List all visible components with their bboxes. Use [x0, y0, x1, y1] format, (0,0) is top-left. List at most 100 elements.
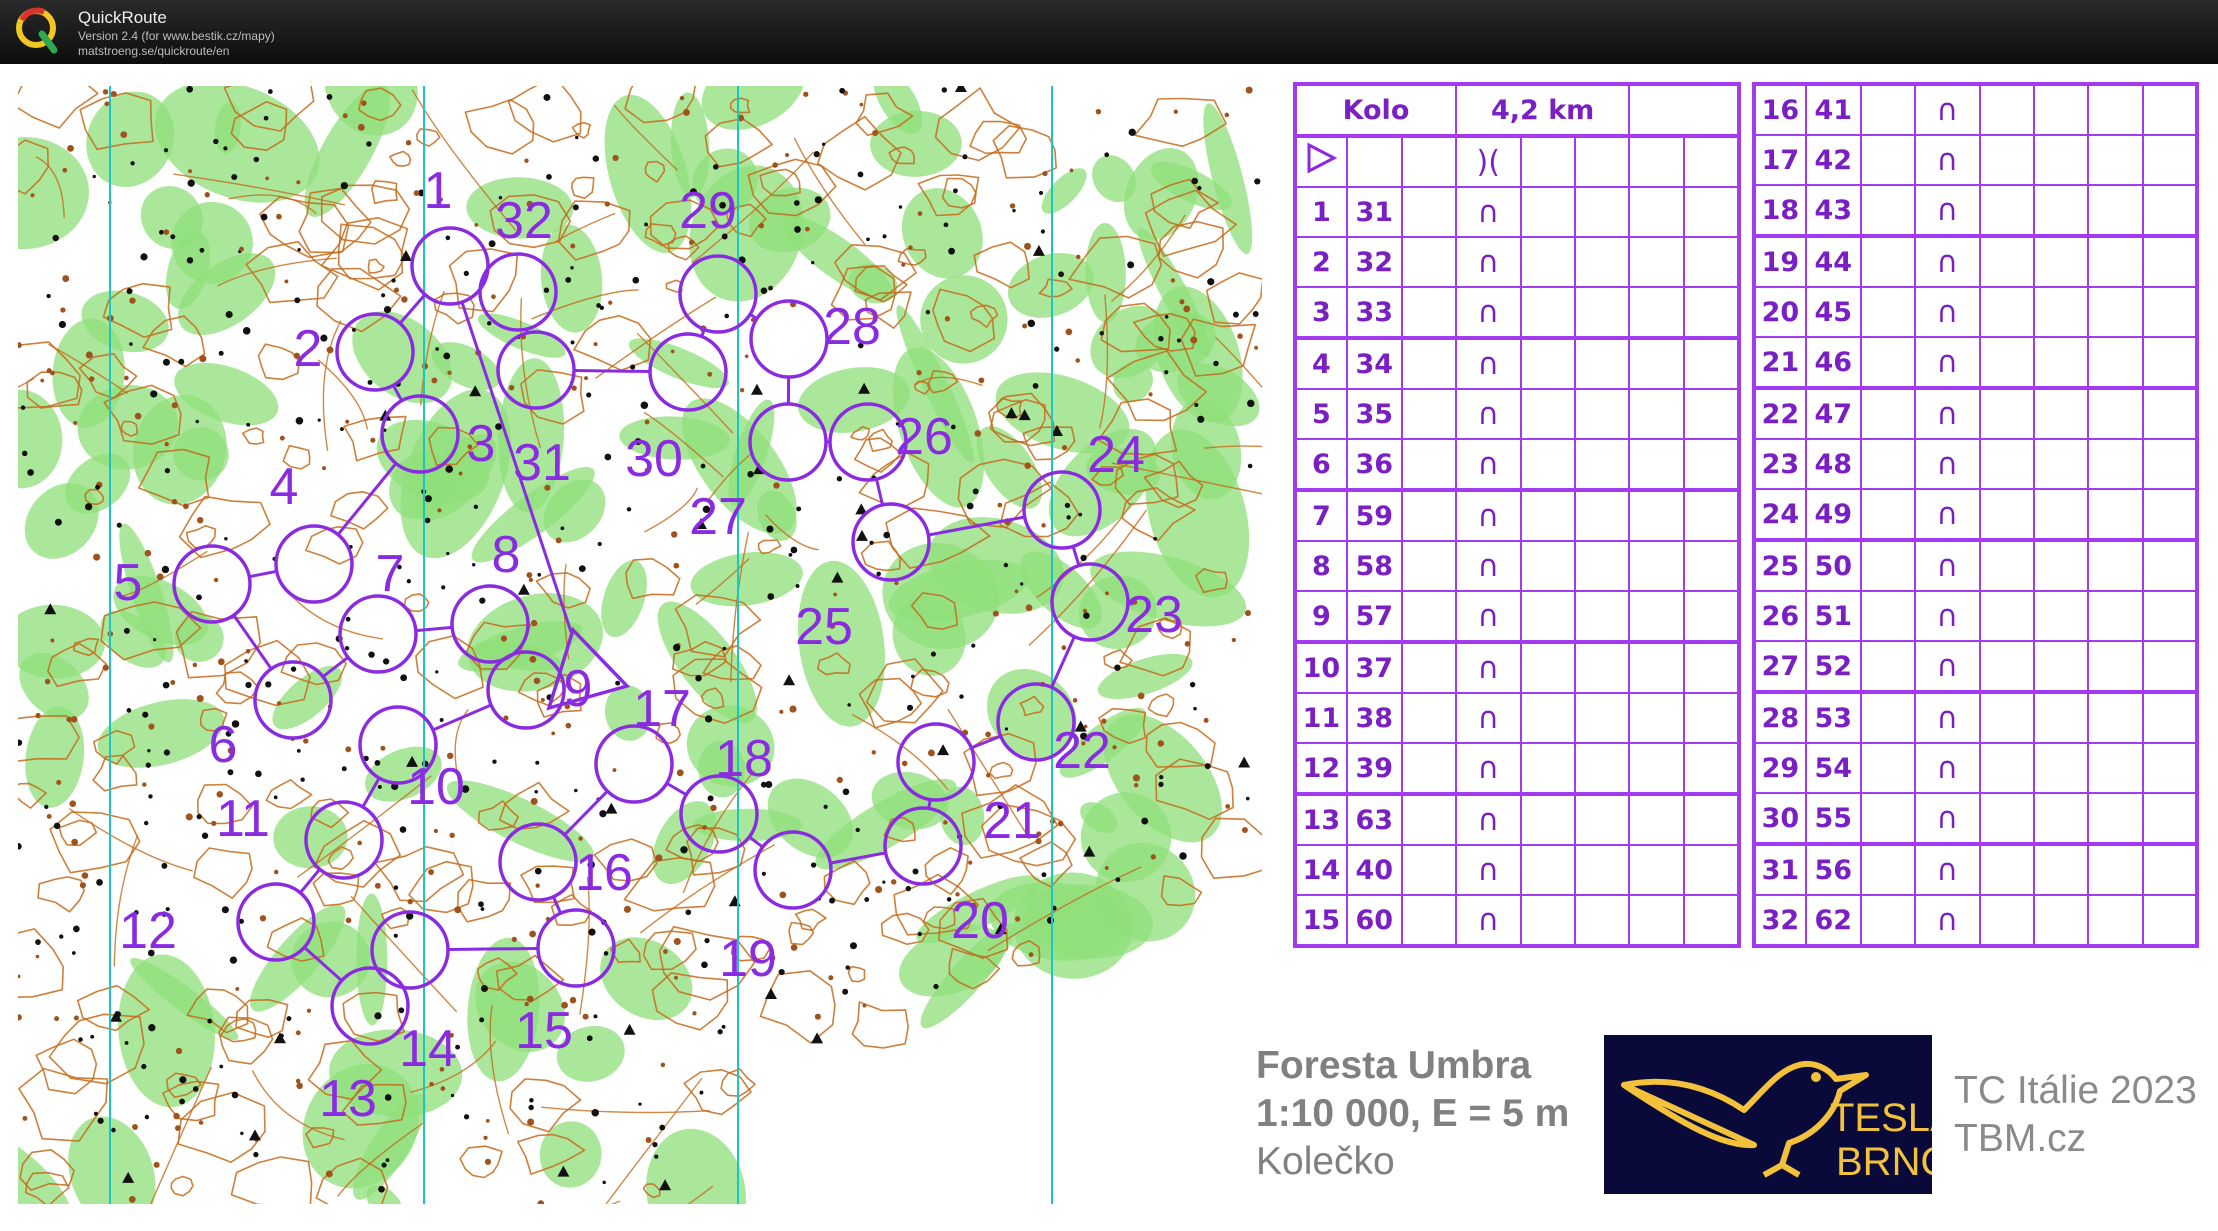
control-row: 12 39 ∩	[1294, 742, 1741, 796]
map-scale: 1:10 000, E = 5 m	[1256, 1092, 1570, 1135]
feature-symbol-icon: ∩	[1914, 742, 1981, 794]
control-number: 21	[983, 792, 1041, 850]
control-number: 30	[625, 430, 683, 488]
control-row: 30 55 ∩	[1753, 792, 2199, 846]
feature-symbol-icon: ∩	[1454, 438, 1522, 492]
feature-symbol-icon: ∩	[1914, 843, 1981, 896]
feature-symbol-icon: ∩	[1914, 488, 1981, 542]
control-order: 1	[1294, 186, 1348, 238]
control-code: 60	[1345, 894, 1403, 948]
control-number: 13	[319, 1070, 377, 1128]
control-row: 21 46 ∩	[1753, 336, 2199, 390]
control-code: 41	[1804, 83, 1862, 136]
control-code: 34	[1345, 337, 1403, 390]
control-code: 58	[1345, 540, 1403, 592]
control-code: 33	[1345, 286, 1403, 340]
control-order: 2	[1294, 236, 1348, 288]
control-number: 28	[823, 298, 881, 356]
control-row: 28 53 ∩	[1753, 691, 2199, 744]
feature-symbol-icon: ∩	[1914, 691, 1981, 744]
feature-symbol-icon: ∩	[1454, 489, 1522, 542]
control-number: 1	[424, 162, 453, 220]
start-triangle-icon	[1294, 135, 1348, 188]
control-row: 1 31 ∩	[1294, 186, 1741, 238]
feature-symbol-icon: ∩	[1454, 793, 1522, 846]
map-name: Foresta Umbra	[1256, 1044, 1532, 1087]
control-number: 12	[119, 902, 177, 960]
control-code: 38	[1345, 692, 1403, 744]
control-order: 5	[1294, 388, 1348, 440]
control-number: 29	[679, 182, 737, 240]
feature-symbol-icon: ∩	[1454, 540, 1522, 592]
control-code: 31	[1345, 186, 1403, 238]
control-row: 24 49 ∩	[1753, 488, 2199, 542]
control-order: 31	[1753, 843, 1807, 896]
control-code: 56	[1804, 843, 1862, 896]
control-code: 54	[1804, 742, 1862, 794]
control-order: 12	[1294, 742, 1348, 796]
feature-symbol-icon: ∩	[1914, 336, 1981, 390]
feature-symbol-icon: ∩	[1454, 388, 1522, 440]
control-number: 4	[270, 458, 299, 516]
control-row: 20 45 ∩	[1753, 286, 2199, 338]
control-row: 32 62 ∩	[1753, 894, 2199, 947]
control-order: 30	[1753, 792, 1807, 846]
control-code: 32	[1345, 236, 1403, 288]
control-row: 5 35 ∩	[1294, 388, 1741, 440]
control-number: 10	[407, 758, 465, 816]
feature-symbol-icon: ∩	[1454, 337, 1522, 390]
control-order: 25	[1753, 539, 1807, 592]
control-row: 15 60 ∩	[1294, 894, 1741, 948]
control-number: 24	[1087, 426, 1145, 484]
control-code: 36	[1345, 438, 1403, 492]
feature-symbol-icon: ∩	[1454, 742, 1522, 796]
control-order: 22	[1753, 387, 1807, 440]
control-code: 37	[1345, 641, 1403, 694]
feature-symbol-icon: ∩	[1454, 186, 1522, 238]
control-number: 27	[689, 488, 747, 546]
control-number: 25	[795, 598, 853, 656]
feature-symbol-icon: ∩	[1914, 286, 1981, 338]
control-number: 5	[114, 554, 143, 612]
control-number: 32	[495, 192, 553, 250]
control-order: 28	[1753, 691, 1807, 744]
control-code: 48	[1804, 438, 1862, 490]
app-url: matstroeng.se/quickroute/en	[78, 44, 230, 58]
control-row: 22 47 ∩	[1753, 387, 2199, 440]
control-row: 31 56 ∩	[1753, 843, 2199, 896]
control-order: 9	[1294, 590, 1348, 644]
feature-symbol-icon: ∩	[1914, 894, 1981, 947]
control-code: 55	[1804, 792, 1862, 846]
course-length: 4,2 km	[1454, 83, 1631, 138]
control-code: 50	[1804, 539, 1862, 592]
control-row: 29 54 ∩	[1753, 742, 2199, 794]
control-order: 27	[1753, 640, 1807, 694]
feature-symbol-icon: ∩	[1454, 590, 1522, 644]
control-row: 3 33 ∩	[1294, 286, 1741, 340]
control-code: 40	[1345, 844, 1403, 896]
control-order: 7	[1294, 489, 1348, 542]
map-canvas[interactable]: 1234567 891011121314 151617181920212223242…	[18, 86, 1262, 1204]
control-number: 23	[1125, 586, 1183, 644]
control-order: 4	[1294, 337, 1348, 390]
control-row: 10 37 ∩	[1294, 641, 1741, 694]
control-code: 47	[1804, 387, 1862, 440]
control-row: 17 42 ∩	[1753, 134, 2199, 186]
control-row: 6 36 ∩	[1294, 438, 1741, 492]
feature-symbol-icon: ∩	[1454, 894, 1522, 948]
control-code: 57	[1345, 590, 1403, 644]
control-code: 52	[1804, 640, 1862, 694]
course-name: Kolečko	[1256, 1140, 1395, 1183]
control-order: 13	[1294, 793, 1348, 846]
orienteering-map[interactable]: 1 2 3 4 5 6 7 8 9 10 11 12 13 14 15 16 17 18 19 20 21 22 23 24 2…	[18, 86, 1262, 1204]
control-number: 9	[564, 660, 593, 718]
control-code: 39	[1345, 742, 1403, 796]
control-order: 18	[1753, 184, 1807, 238]
control-row: 27 52 ∩	[1753, 640, 2199, 694]
control-code: 62	[1804, 894, 1862, 947]
feature-symbol-icon: ∩	[1454, 692, 1522, 744]
control-order: 24	[1753, 488, 1807, 542]
feature-symbol-icon: ∩	[1914, 539, 1981, 592]
feature-symbol-icon: ∩	[1914, 792, 1981, 846]
control-order: 29	[1753, 742, 1807, 794]
